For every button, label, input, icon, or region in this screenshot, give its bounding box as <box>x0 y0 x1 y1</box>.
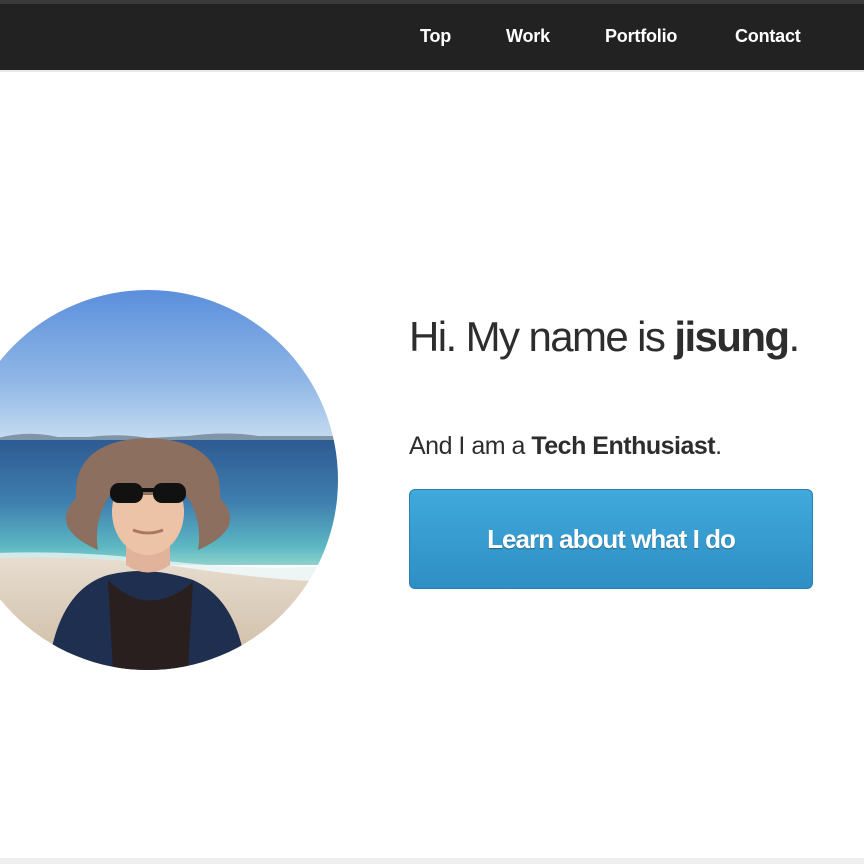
hero-tagline: And I am a Tech Enthusiast. <box>409 430 722 462</box>
sky <box>0 290 338 440</box>
navbar: Top Work Portfolio Contact <box>0 4 864 72</box>
hero-headline: Hi. My name is jisung. <box>409 312 800 362</box>
nav-link-top[interactable]: Top <box>420 24 451 48</box>
nav-link-portfolio[interactable]: Portfolio <box>605 24 677 48</box>
sunglasses-bridge <box>142 488 154 492</box>
profile-photo <box>0 290 338 670</box>
nav-link-work[interactable]: Work <box>506 24 550 48</box>
nav-link-contact[interactable]: Contact <box>735 24 801 48</box>
page: Top Work Portfolio Contact Hi. My name i… <box>0 0 864 864</box>
headline-prefix: Hi. My name is <box>409 313 675 360</box>
page-bottom-edge <box>0 858 864 864</box>
headline-name: jisung <box>674 313 790 360</box>
tagline-role: Tech Enthusiast <box>531 432 716 460</box>
sunglasses-left <box>110 483 143 503</box>
headline-suffix: . <box>788 313 800 360</box>
learn-more-button[interactable]: Learn about what I do <box>409 489 813 589</box>
profile-photo-illustration <box>0 290 338 670</box>
tagline-suffix: . <box>715 432 722 460</box>
tagline-prefix: And I am a <box>409 432 532 460</box>
sunglasses-right <box>153 483 186 503</box>
